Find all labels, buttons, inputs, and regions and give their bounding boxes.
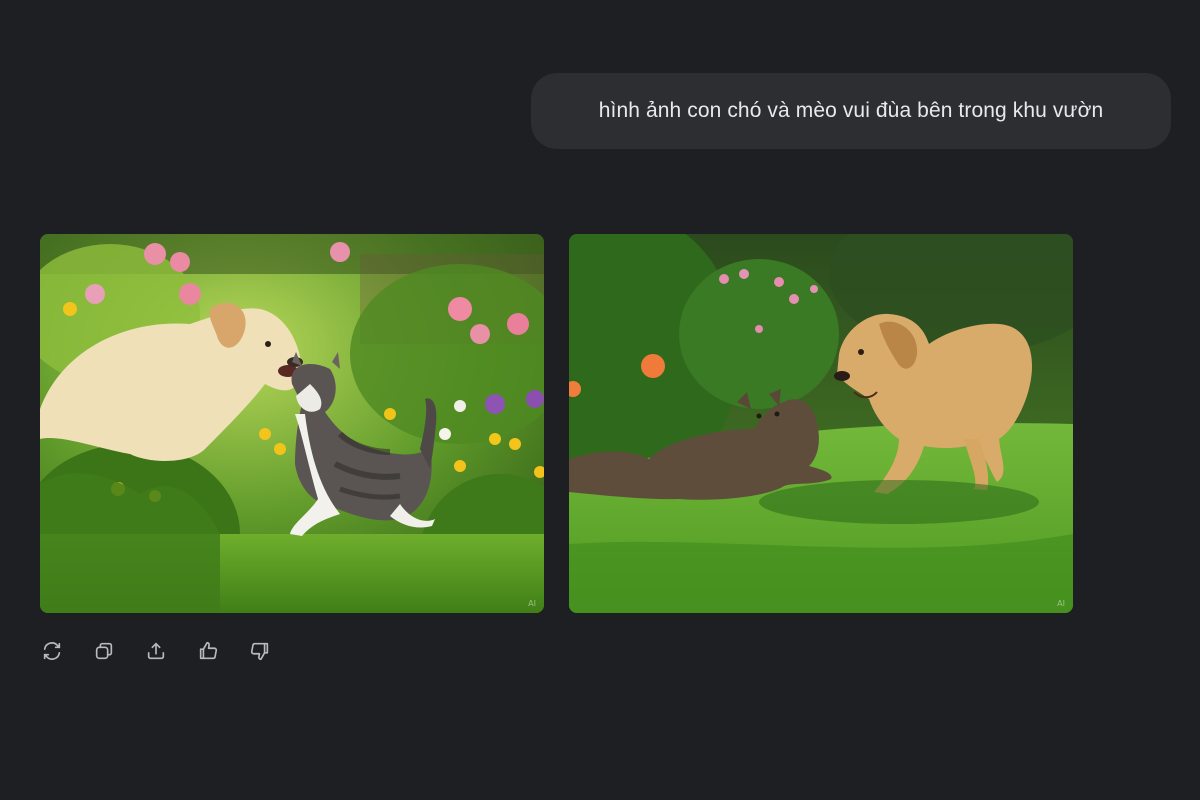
copy-icon <box>95 642 113 660</box>
generated-image-1[interactable]: AI <box>40 234 544 613</box>
thumbs-down-button[interactable] <box>246 637 274 665</box>
thumbs-up-button[interactable] <box>194 637 222 665</box>
user-message-bubble: hình ảnh con chó và mèo vui đùa bên tron… <box>531 73 1171 149</box>
chat-page: hình ảnh con chó và mèo vui đùa bên tron… <box>0 0 1200 800</box>
share-icon <box>147 642 165 660</box>
image-watermark: AI <box>1057 599 1065 608</box>
copy-button[interactable] <box>90 637 118 665</box>
regenerate-button[interactable] <box>38 637 66 665</box>
thumbs-up-icon <box>199 641 218 660</box>
thumbs-down-icon <box>250 642 269 661</box>
user-message-text: hình ảnh con chó và mèo vui đùa bên tron… <box>598 99 1104 122</box>
dog-and-cat-garden-image <box>40 234 544 613</box>
share-button[interactable] <box>142 637 170 665</box>
message-actions-toolbar <box>38 637 298 665</box>
generated-image-2[interactable]: AI <box>569 234 1073 613</box>
regenerate-icon <box>43 642 61 660</box>
dog-and-cat-lawn-image <box>569 234 1073 613</box>
image-watermark: AI <box>528 599 536 608</box>
